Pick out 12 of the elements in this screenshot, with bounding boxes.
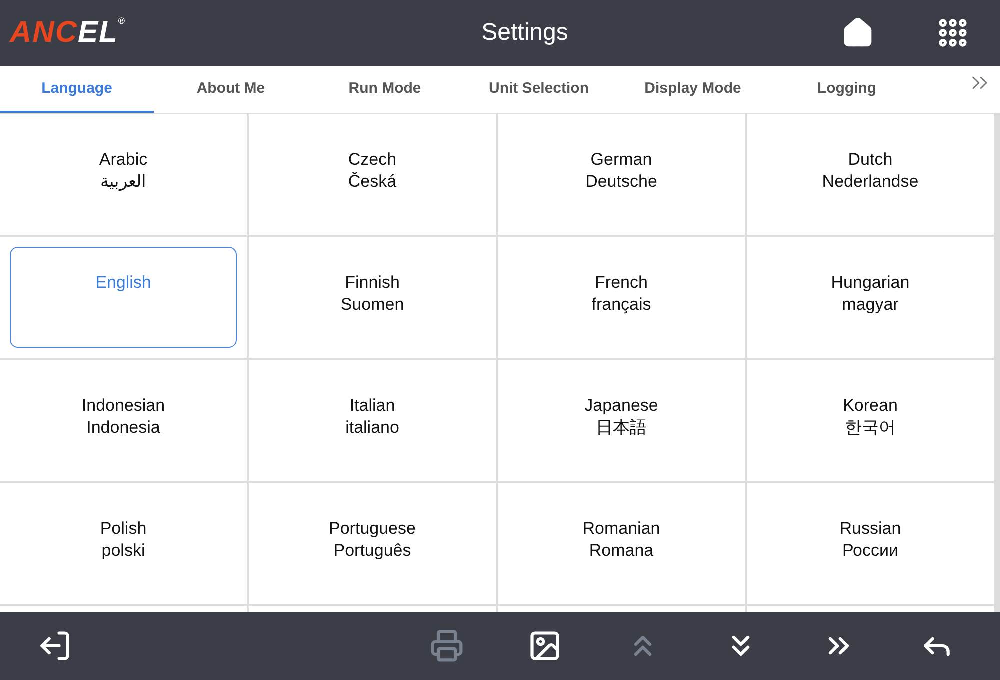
brand-logo: ANCEL® (10, 16, 127, 50)
settings-tab[interactable]: Run Mode (308, 66, 462, 113)
exit-icon[interactable] (38, 629, 72, 663)
settings-tab[interactable]: Unit Selection (462, 66, 616, 113)
apps-grid-icon[interactable] (936, 16, 970, 50)
language-option[interactable]: English (10, 247, 237, 348)
settings-tab[interactable]: Display Mode (616, 66, 770, 113)
page-title: Settings (480, 19, 570, 47)
settings-tab[interactable]: Logging (770, 66, 924, 113)
image-icon[interactable] (528, 629, 562, 663)
settings-tab[interactable]: About Me (154, 66, 308, 113)
home-icon[interactable] (842, 17, 874, 49)
